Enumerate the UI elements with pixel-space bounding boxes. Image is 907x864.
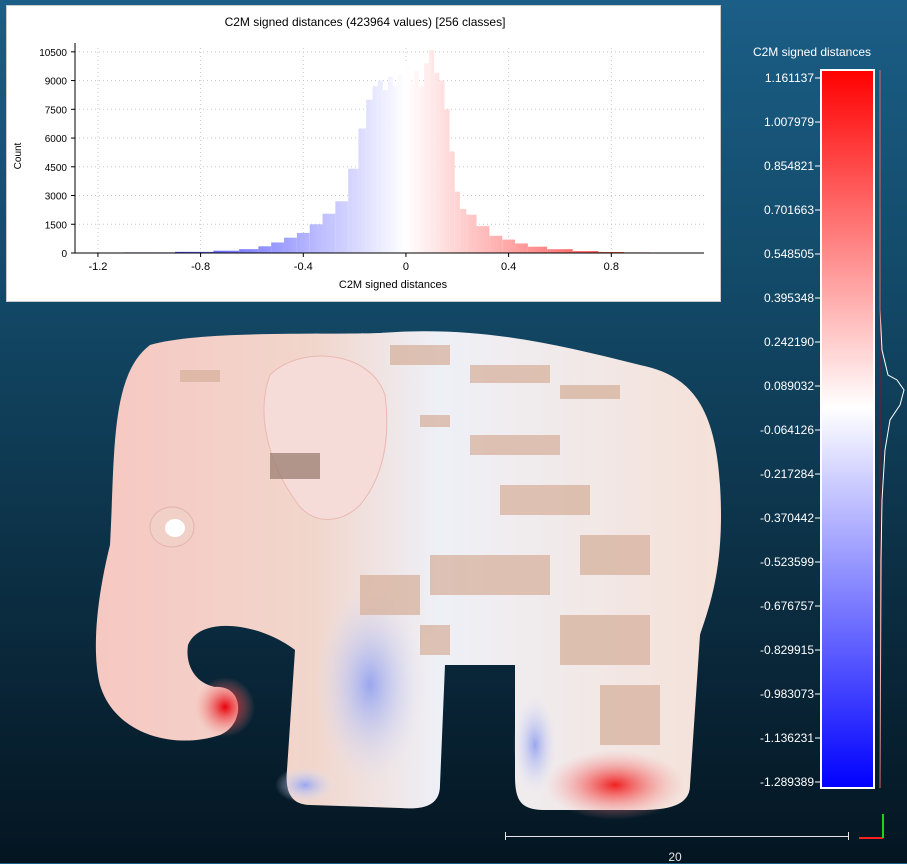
histogram-bars — [75, 50, 704, 253]
scale-bar-line — [505, 836, 848, 837]
histogram-bar — [284, 238, 297, 253]
scale-bar: 20 — [505, 830, 850, 854]
elephant-mesh[interactable] — [0, 305, 740, 825]
histogram-bar — [323, 214, 336, 253]
front-foot-blue — [275, 767, 335, 803]
rear-foot-hotspot — [545, 750, 685, 820]
y-tick-label: 9000 — [45, 77, 68, 88]
scale-bar-tick — [505, 832, 506, 840]
color-scale-label: 0.242190 — [764, 335, 814, 349]
elephant-eye-inner — [165, 519, 185, 537]
color-scale-label: -1.289389 — [760, 775, 814, 789]
x-tick-label: 0.8 — [604, 261, 619, 273]
color-scale-bar — [821, 70, 874, 788]
histogram-bar — [348, 169, 358, 253]
histogram-x-label: C2M signed distances — [339, 279, 448, 291]
histogram-bar — [477, 226, 490, 253]
color-scale-label: -1.136231 — [760, 731, 814, 745]
histogram-title: C2M signed distances (423964 values) [25… — [225, 15, 506, 29]
histogram-panel[interactable]: C2M signed distances (423964 values) [25… — [6, 5, 721, 302]
histogram-bar — [466, 215, 476, 253]
x-tick-label: -0.4 — [294, 261, 313, 273]
color-scale-label: 0.395348 — [764, 291, 814, 305]
histogram-bar — [388, 77, 393, 253]
color-scale-label: 0.854821 — [764, 159, 814, 173]
x-tick-label: 0.4 — [501, 261, 516, 273]
y-tick-label: 6000 — [45, 134, 68, 145]
color-scale-label: -0.983073 — [760, 687, 814, 701]
y-tick-label: 0 — [61, 249, 67, 260]
histogram-bar — [258, 246, 271, 253]
histogram-bar — [310, 224, 323, 253]
histogram-bar — [378, 81, 383, 253]
histogram-bar — [403, 63, 408, 253]
histogram-bar — [450, 151, 455, 253]
histogram-bar — [373, 86, 378, 253]
color-scale-label: 1.161137 — [765, 71, 814, 85]
x-tick-label: -1.2 — [88, 261, 107, 273]
histogram-bar — [528, 247, 547, 253]
y-tick-label: 10500 — [39, 48, 67, 59]
histogram-bar — [429, 50, 434, 253]
histogram-bar — [455, 192, 460, 253]
color-scale-label: 0.701663 — [764, 203, 814, 217]
color-scale-label: -0.217284 — [760, 467, 814, 481]
color-scale-labels: 1.161137 1.007979 0.854821 0.701663 0.548505… — [760, 71, 821, 789]
histogram-bar — [393, 86, 398, 253]
y-tick-label: 1500 — [45, 220, 68, 231]
histogram-bar — [419, 86, 424, 253]
color-scale-label: 0.089032 — [764, 379, 814, 393]
axis-trihedron-icon — [855, 812, 895, 847]
3d-view[interactable] — [0, 305, 740, 825]
scale-bar-tick — [848, 832, 849, 840]
rear-leg-blue — [513, 695, 557, 795]
histogram-bar — [439, 81, 444, 253]
histogram-bar — [358, 128, 366, 253]
histogram-bar — [502, 240, 515, 253]
histogram-bar — [366, 100, 372, 253]
histogram-bar — [383, 90, 388, 253]
histogram-bar — [414, 71, 419, 253]
color-scale-label: 1.007979 — [764, 115, 814, 129]
histogram-bar — [515, 243, 528, 253]
color-scale-label: -0.676757 — [760, 599, 814, 613]
histogram-bar — [547, 249, 573, 253]
y-tick-label: 4500 — [45, 163, 68, 174]
histogram-chart: C2M signed distances (423964 values) [25… — [7, 6, 722, 303]
histogram-bar — [409, 81, 414, 253]
color-scale-label: -0.064126 — [760, 423, 814, 437]
histogram-bar — [434, 73, 439, 253]
histogram-bar — [489, 236, 502, 253]
x-tick-label: -0.8 — [191, 261, 210, 273]
histogram-bar — [335, 201, 348, 253]
histogram-bar — [398, 75, 403, 253]
histogram-bar — [424, 63, 429, 253]
color-scale-label: -0.829915 — [760, 643, 814, 657]
color-scale-title: C2M signed distances — [742, 45, 882, 59]
histogram-bar — [460, 209, 466, 253]
scale-bar-label: 20 — [655, 850, 695, 864]
y-tick-label: 3000 — [45, 192, 68, 203]
histogram-y-label: Count — [13, 142, 24, 169]
trunk-tip-hotspot — [195, 677, 255, 737]
color-scale-label: -0.523599 — [760, 555, 814, 569]
histogram-bar — [239, 249, 258, 253]
histogram-bar — [271, 242, 284, 253]
y-tick-label: 7500 — [45, 105, 68, 116]
color-scale-label: 0.548505 — [764, 247, 814, 261]
color-scale-label: -0.370442 — [760, 511, 814, 525]
color-scale-histogram — [880, 70, 904, 788]
histogram-bar — [297, 233, 310, 253]
color-scale: 1.161137 1.007979 0.854821 0.701663 0.548505… — [740, 60, 907, 795]
histogram-bar — [444, 109, 449, 253]
x-tick-label: 0 — [403, 261, 409, 273]
